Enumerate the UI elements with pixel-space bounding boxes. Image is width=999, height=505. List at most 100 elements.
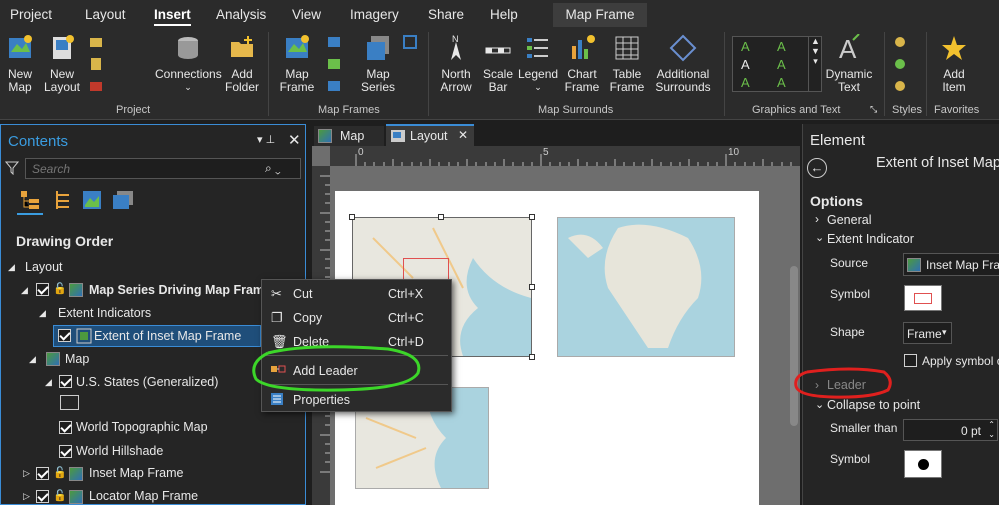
expand-arrow-icon[interactable]: ◢ [45, 377, 52, 388]
style-icon-2[interactable] [892, 56, 908, 72]
apply-symbol-checkbox[interactable] [904, 354, 917, 367]
contents-search-input[interactable] [25, 158, 301, 179]
selection-order-icon[interactable] [53, 189, 73, 211]
tab-insert[interactable]: Insert [154, 7, 191, 26]
gallery-scroll[interactable]: ▲ ▼ ▾ [808, 36, 822, 92]
smaller-than-input[interactable]: 0 pt ⌃ ⌄ [903, 419, 998, 441]
tab-map-view[interactable]: Map [314, 126, 384, 146]
close-icon[interactable]: ✕ [288, 131, 301, 149]
shape-dropdown[interactable]: Frame ▾ [903, 322, 952, 344]
toolbox-icon[interactable] [88, 34, 104, 50]
back-arrow-icon[interactable]: ← [807, 158, 827, 178]
legend-button[interactable]: Legend ⌄ [518, 34, 558, 94]
extent-indicator-section[interactable]: Extent Indicator [827, 232, 914, 246]
world-hillshade-item[interactable]: World Hillshade [76, 444, 163, 458]
selection-handle[interactable] [529, 214, 535, 220]
vertical-scrollbar[interactable] [790, 266, 798, 426]
expand-arrow-icon[interactable]: ◢ [21, 285, 28, 296]
frame-small-icon-2[interactable] [326, 56, 342, 72]
map-series-frame-item[interactable]: Map Series Driving Map Frame [89, 283, 271, 297]
north-arrow-button[interactable]: N North Arrow [436, 34, 476, 94]
report-icon[interactable] [88, 56, 104, 72]
extent-indicators-item[interactable]: Extent Indicators [58, 306, 151, 320]
expand-arrow-icon[interactable]: › [815, 212, 819, 226]
point-symbol-swatch[interactable] [904, 450, 942, 478]
task-icon[interactable] [88, 78, 104, 94]
tab-analysis[interactable]: Analysis [216, 7, 266, 22]
layout-view-icon[interactable] [111, 189, 135, 211]
inset-map-frame-item[interactable]: Inset Map Frame [89, 466, 183, 480]
text-style-icon[interactable]: A [777, 39, 786, 54]
layout-node[interactable]: Layout [25, 260, 63, 274]
frame-small-icon[interactable] [326, 34, 342, 50]
pin-icon[interactable]: ▾ ⊥ [257, 133, 275, 146]
refresh-icon[interactable] [402, 34, 418, 50]
tab-layout[interactable]: Layout [85, 7, 126, 22]
us-states-item[interactable]: U.S. States (Generalized) [76, 375, 218, 389]
text-style-icon[interactable]: A [777, 57, 786, 72]
lock-icon[interactable]: 🔓 [53, 282, 67, 295]
menu-item-cut[interactable]: ✂ Cut Ctrl+X [262, 283, 451, 305]
locator-map-frame[interactable] [557, 217, 735, 357]
tab-layout-view[interactable]: Layout ✕ [386, 124, 474, 146]
new-layout-button[interactable]: New Layout [40, 34, 84, 94]
checkbox[interactable] [36, 467, 49, 480]
add-folder-button[interactable]: Add Folder [222, 34, 262, 94]
tab-imagery[interactable]: Imagery [350, 7, 399, 22]
expand-arrow-icon[interactable]: ◢ [8, 262, 15, 273]
additional-surrounds-button[interactable]: Additional Surrounds [652, 34, 714, 94]
text-style-icon[interactable]: A [741, 75, 750, 90]
map-frame-button[interactable]: Map Frame [276, 34, 318, 94]
locator-map-frame-item[interactable]: Locator Map Frame [89, 489, 198, 503]
expand-arrow-icon[interactable]: ◢ [29, 354, 36, 365]
checkbox[interactable] [36, 490, 49, 503]
map-view-icon[interactable] [81, 189, 103, 211]
selection-handle[interactable] [438, 214, 444, 220]
selection-handle[interactable] [529, 354, 535, 360]
expand-arrow-icon[interactable]: ▷ [23, 491, 30, 502]
collapse-to-point-section[interactable]: Collapse to point [827, 398, 920, 412]
drawing-order-icon[interactable] [19, 189, 41, 211]
grid-small-icon[interactable] [326, 78, 342, 94]
chart-frame-button[interactable]: Chart Frame [562, 34, 602, 94]
source-dropdown[interactable]: Inset Map Fram [903, 253, 999, 276]
checkbox[interactable] [58, 329, 71, 342]
search-icon[interactable]: ⌕ ⌄ [265, 161, 281, 176]
expand-arrow-icon[interactable]: ▷ [23, 468, 30, 479]
scale-bar-button[interactable]: Scale Bar [478, 34, 518, 94]
dialog-launcher-icon[interactable]: ⤡ [870, 104, 877, 115]
close-icon[interactable]: ✕ [458, 128, 468, 142]
checkbox[interactable] [59, 375, 72, 388]
text-style-icon[interactable]: A [741, 39, 750, 54]
style-icon-3[interactable] [892, 78, 908, 94]
selection-handle[interactable] [529, 284, 535, 290]
tab-view[interactable]: View [292, 7, 321, 22]
general-section[interactable]: General [827, 213, 871, 227]
new-map-button[interactable]: New Map [2, 34, 38, 94]
text-style-icon[interactable]: A [741, 57, 750, 72]
table-frame-button[interactable]: Table Frame [606, 34, 648, 94]
checkbox[interactable] [59, 421, 72, 434]
map-series-button[interactable]: Map Series [358, 34, 398, 94]
tab-project[interactable]: Project [10, 7, 52, 22]
connections-button[interactable]: Connections ⌄ [155, 34, 222, 94]
checkbox[interactable] [59, 445, 72, 458]
text-style-icon[interactable]: A [777, 75, 786, 90]
extent-of-inset-item[interactable]: Extent of Inset Map Frame [94, 329, 241, 343]
selection-handle[interactable] [349, 214, 355, 220]
tab-map-frame[interactable]: Map Frame [553, 3, 647, 27]
tab-share[interactable]: Share [428, 7, 464, 22]
expand-arrow-icon[interactable]: ◢ [39, 308, 46, 319]
collapse-arrow-icon[interactable]: ⌄ [815, 231, 824, 244]
extent-symbol-swatch[interactable] [904, 285, 942, 311]
checkbox[interactable] [36, 283, 49, 296]
symbol-swatch[interactable] [60, 395, 79, 410]
filter-icon[interactable] [5, 161, 19, 175]
tab-help[interactable]: Help [490, 7, 518, 22]
lock-icon[interactable]: 🔓 [53, 489, 67, 502]
dynamic-text-button[interactable]: A Dynamic Text [824, 33, 874, 94]
world-topo-item[interactable]: World Topographic Map [76, 420, 208, 434]
spinner-icon[interactable]: ⌃ ⌄ [988, 420, 995, 440]
lock-icon[interactable]: 🔓 [53, 466, 67, 479]
map-item[interactable]: Map [65, 352, 89, 366]
